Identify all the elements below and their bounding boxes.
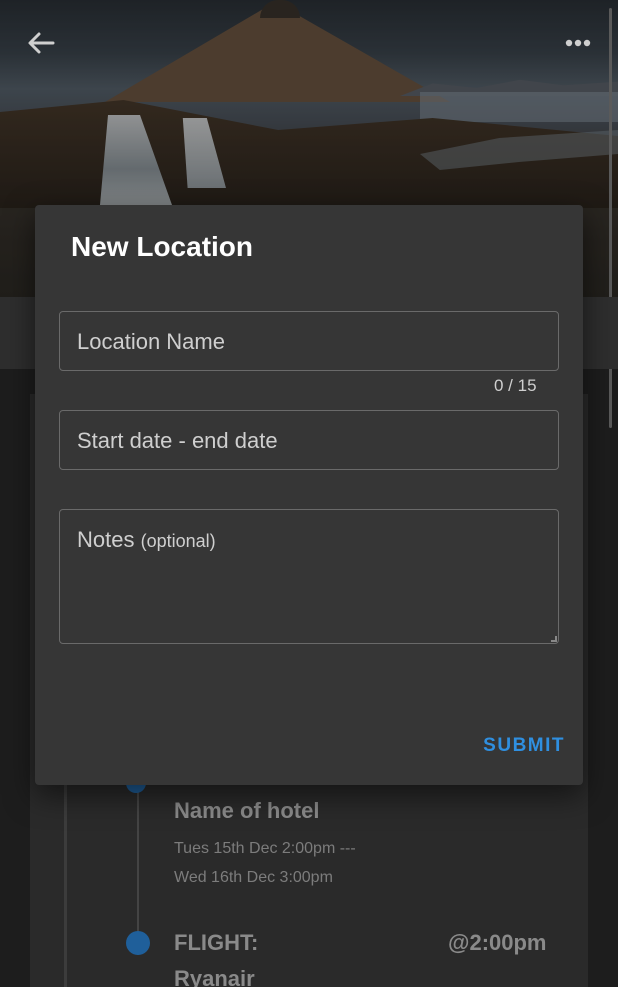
- timeline-connector: [137, 785, 139, 955]
- flight-time: @2:00pm: [448, 930, 547, 955]
- date-range-input[interactable]: Start date - end date: [59, 410, 559, 470]
- optional-hint: (optional): [140, 531, 216, 551]
- hotel-dates-end: Wed 16th Dec 3:00pm: [174, 869, 333, 886]
- notes-label-text: Notes: [77, 527, 135, 552]
- resize-handle[interactable]: [551, 636, 557, 642]
- submit-button[interactable]: SUBMIT: [465, 731, 565, 761]
- notes-label: Notes (optional): [77, 527, 216, 553]
- character-counter: 0 / 15: [494, 376, 537, 395]
- dialog-title: New Location: [71, 231, 254, 262]
- flight-airline: Ryanair: [174, 966, 255, 987]
- new-location-dialog: New Location Location Name 0 / 15 Start …: [35, 205, 583, 785]
- hotel-dates: Tues 15th Dec 2:00pm --- Wed 16th Dec 3:…: [174, 834, 356, 892]
- location-name-input[interactable]: Location Name: [59, 311, 559, 371]
- more-horizontal-icon[interactable]: [558, 26, 598, 60]
- hotel-dates-start: Tues 15th Dec 2:00pm ---: [174, 840, 356, 857]
- notes-textarea[interactable]: Notes (optional): [59, 509, 559, 644]
- location-name-label: Location Name: [77, 329, 225, 354]
- timeline-dot: [126, 931, 150, 955]
- date-range-label: Start date - end date: [77, 428, 278, 453]
- hotel-name[interactable]: Name of hotel: [174, 798, 319, 824]
- flight-type-label[interactable]: FLIGHT:: [174, 930, 258, 956]
- arrow-left-icon-glyph: [28, 32, 55, 54]
- arrow-left-icon[interactable]: [24, 26, 58, 60]
- more-horizontal-icon-glyph: [565, 39, 591, 47]
